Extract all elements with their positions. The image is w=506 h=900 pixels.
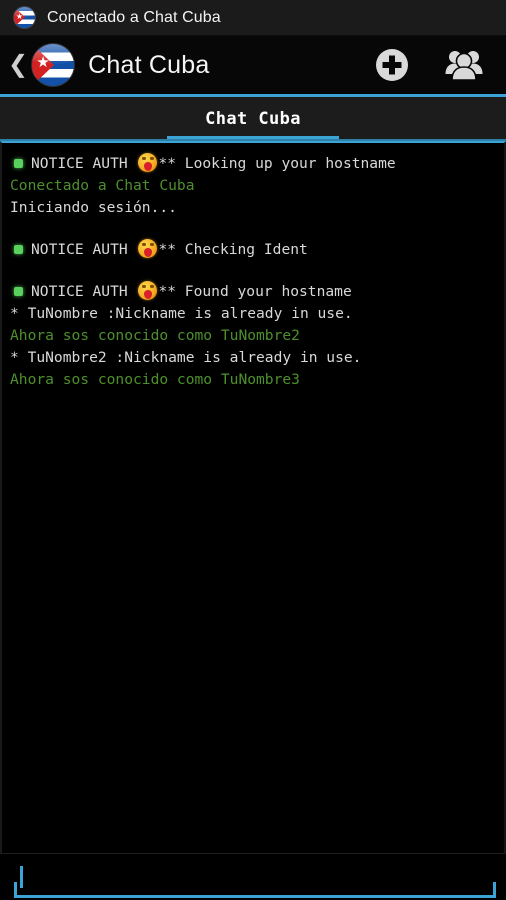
tab-strip: Chat Cuba [0,97,506,141]
chat-line-text: Ahora sos conocido como TuNombre3 [10,371,300,388]
chat-line: NOTICE AUTH ** Looking up your hostname [10,153,496,175]
notice-bullet-icon [14,158,23,168]
chat-line-prefix: NOTICE AUTH [31,155,137,172]
people-group-icon[interactable] [444,48,484,82]
chat-line: Ahora sos conocido como TuNombre3 [10,369,496,391]
chat-line-text: * TuNombre2 :Nickname is already in use. [10,349,362,366]
kissing-face-emoji-icon [138,281,158,300]
app-bar-title: Chat Cuba [88,50,210,79]
chat-line: Ahora sos conocido como TuNombre2 [10,325,496,347]
chat-line-prefix: NOTICE AUTH [31,283,137,300]
message-input[interactable] [14,860,496,898]
chat-line: * TuNombre :Nickname is already in use. [10,303,496,325]
chat-log-panel[interactable]: NOTICE AUTH ** Looking up your hostname C… [0,141,506,853]
chat-line-text: * TuNombre :Nickname is already in use. [10,305,353,322]
text-caret [20,865,23,888]
kissing-face-emoji-icon [138,153,158,172]
chat-line-text: Conectado a Chat Cuba [10,177,195,194]
cuba-flag-icon: ★ [14,7,35,28]
chat-line-text: ** Checking Ident [158,241,308,258]
back-chevron-icon[interactable]: ❮ [6,48,30,82]
app-root: ★ Conectado a Chat Cuba ❮ ★ Chat Cuba Ch… [0,0,506,900]
chat-line-text: ** Looking up your hostname [158,155,396,172]
kissing-face-emoji-icon [138,239,158,258]
chat-line: * TuNombre2 :Nickname is already in use. [10,347,496,369]
tab-label: Chat Cuba [205,109,301,129]
add-channel-button[interactable] [374,47,410,83]
chat-line: NOTICE AUTH ** Checking Ident [10,239,496,261]
tab-chat-cuba[interactable]: Chat Cuba [167,97,339,141]
chat-line: Conectado a Chat Cuba [10,175,496,197]
chat-line: Iniciando sesión... [10,197,496,219]
notice-bullet-icon [14,244,23,254]
chat-line-text: ** Found your hostname [158,283,352,300]
chat-line-text: Ahora sos conocido como TuNombre2 [10,327,300,344]
chat-line: NOTICE AUTH ** Found your hostname [10,281,496,303]
chat-line-text: Iniciando sesión... [10,199,177,216]
app-bar: ❮ ★ Chat Cuba [0,36,506,97]
notification-text: Conectado a Chat Cuba [47,8,221,26]
chat-log: NOTICE AUTH ** Looking up your hostname C… [2,143,504,399]
notification-bar[interactable]: ★ Conectado a Chat Cuba [0,0,506,36]
chat-line-prefix: NOTICE AUTH [31,241,137,258]
message-input-bar [0,853,506,900]
cuba-flag-icon[interactable]: ★ [32,44,75,86]
notice-bullet-icon [14,286,23,296]
